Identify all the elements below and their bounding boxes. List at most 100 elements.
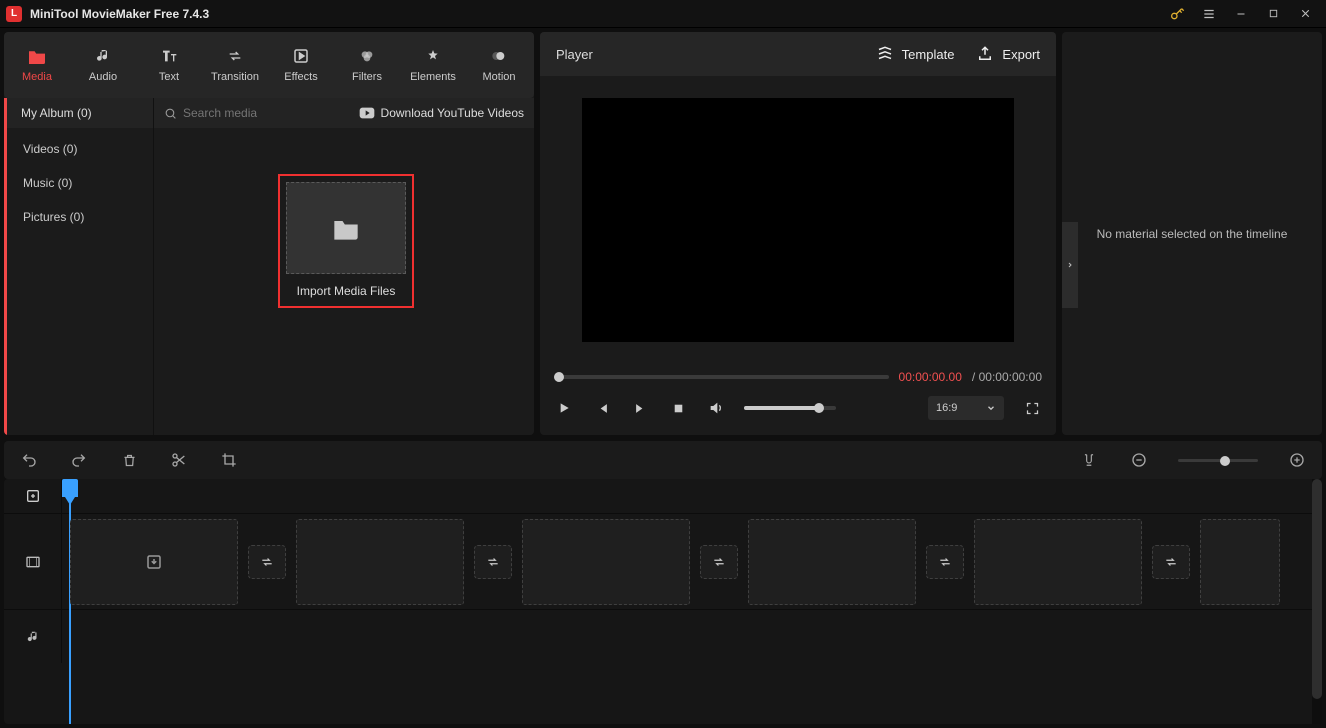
- template-icon: [876, 45, 894, 63]
- prev-frame-button[interactable]: [592, 398, 612, 418]
- timeline-vscroll[interactable]: [1312, 479, 1322, 724]
- timeline-slot[interactable]: [296, 519, 464, 605]
- playhead[interactable]: [62, 479, 78, 497]
- collapse-properties-button[interactable]: [1062, 222, 1078, 308]
- transition-slot[interactable]: [474, 545, 512, 579]
- volume-slider[interactable]: [744, 406, 836, 410]
- audio-icon: [93, 47, 113, 65]
- app-logo: L: [6, 6, 22, 22]
- transition-icon: [225, 47, 245, 65]
- timeline-slot[interactable]: [974, 519, 1142, 605]
- properties-panel: No material selected on the timeline: [1062, 32, 1322, 435]
- player-title: Player: [556, 47, 593, 62]
- sidebar-item-videos[interactable]: Videos (0): [7, 132, 153, 166]
- export-icon: [976, 45, 994, 63]
- media-icon: [27, 47, 47, 65]
- aspect-ratio-select[interactable]: 16:9: [928, 396, 1004, 420]
- media-panel: Download YouTube Videos Import Media Fil…: [154, 98, 534, 435]
- timeline-ruler[interactable]: [62, 479, 1322, 513]
- snap-button[interactable]: [1078, 449, 1100, 471]
- redo-button[interactable]: [68, 449, 90, 471]
- stop-button[interactable]: [668, 398, 688, 418]
- timeline-slot[interactable]: [70, 519, 238, 605]
- zoom-in-button[interactable]: [1286, 449, 1308, 471]
- tab-label: Media: [22, 71, 52, 83]
- text-icon: [159, 47, 179, 65]
- video-track[interactable]: [62, 514, 1322, 609]
- license-key-button[interactable]: [1162, 0, 1192, 28]
- search-media[interactable]: [164, 106, 313, 120]
- tab-effects[interactable]: Effects: [268, 32, 334, 98]
- titlebar: L MiniTool MovieMaker Free 7.4.3: [0, 0, 1326, 28]
- transition-slot[interactable]: [926, 545, 964, 579]
- app-title: MiniTool MovieMaker Free 7.4.3: [30, 7, 209, 21]
- timeline-slot[interactable]: [522, 519, 690, 605]
- folder-icon: [332, 216, 360, 240]
- media-sidebar: My Album (0) Videos (0) Music (0) Pictur…: [4, 98, 154, 435]
- tab-text[interactable]: Text: [136, 32, 202, 98]
- tab-label: Elements: [410, 71, 456, 83]
- media-area: Media Audio Text Transition: [4, 32, 534, 435]
- audio-track-icon[interactable]: [22, 626, 44, 648]
- transition-slot[interactable]: [1152, 545, 1190, 579]
- tab-transition[interactable]: Transition: [202, 32, 268, 98]
- fullscreen-button[interactable]: [1022, 398, 1042, 418]
- timeline-slot[interactable]: [1200, 519, 1280, 605]
- tab-media[interactable]: Media: [4, 32, 70, 98]
- tab-label: Motion: [482, 71, 515, 83]
- tab-label: Transition: [211, 71, 259, 83]
- import-label: Import Media Files: [280, 280, 412, 306]
- zoom-slider[interactable]: [1178, 459, 1258, 462]
- sidebar-item-music[interactable]: Music (0): [7, 166, 153, 200]
- chevron-down-icon: [986, 403, 996, 413]
- sidebar-item-pictures[interactable]: Pictures (0): [7, 200, 153, 234]
- tab-filters[interactable]: Filters: [334, 32, 400, 98]
- main-tabs: Media Audio Text Transition: [4, 32, 534, 98]
- undo-button[interactable]: [18, 449, 40, 471]
- maximize-button[interactable]: [1258, 0, 1288, 28]
- tab-audio[interactable]: Audio: [70, 32, 136, 98]
- tab-motion[interactable]: Motion: [466, 32, 532, 98]
- yt-label: Download YouTube Videos: [381, 106, 524, 120]
- transition-slot[interactable]: [700, 545, 738, 579]
- search-input[interactable]: [183, 106, 313, 120]
- seek-bar[interactable]: [554, 375, 889, 379]
- current-time: 00:00:00.00: [899, 370, 962, 384]
- youtube-icon: [359, 107, 375, 119]
- timeline-toolbar: [4, 441, 1322, 479]
- import-media-button[interactable]: Import Media Files: [278, 174, 414, 308]
- volume-button[interactable]: [706, 398, 726, 418]
- audio-track[interactable]: [62, 610, 1322, 663]
- search-icon: [164, 107, 177, 120]
- elements-icon: [423, 47, 443, 65]
- player-preview[interactable]: [582, 98, 1014, 342]
- timeline-slot[interactable]: [748, 519, 916, 605]
- add-track-button[interactable]: [22, 485, 44, 507]
- export-button[interactable]: Export: [976, 45, 1040, 63]
- minimize-button[interactable]: [1226, 0, 1256, 28]
- properties-placeholder: No material selected on the timeline: [1083, 227, 1302, 241]
- sidebar-item-myalbum[interactable]: My Album (0): [7, 98, 153, 128]
- transition-slot[interactable]: [248, 545, 286, 579]
- effects-icon: [291, 47, 311, 65]
- split-button[interactable]: [168, 449, 190, 471]
- tab-label: Filters: [352, 71, 382, 83]
- tab-label: Effects: [284, 71, 317, 83]
- video-track-icon[interactable]: [22, 551, 44, 573]
- tab-label: Audio: [89, 71, 117, 83]
- tab-elements[interactable]: Elements: [400, 32, 466, 98]
- zoom-out-button[interactable]: [1128, 449, 1150, 471]
- duration: / 00:00:00:00: [972, 370, 1042, 384]
- delete-button[interactable]: [118, 449, 140, 471]
- template-button[interactable]: Template: [876, 45, 955, 63]
- download-youtube-button[interactable]: Download YouTube Videos: [359, 106, 524, 120]
- play-button[interactable]: [554, 398, 574, 418]
- crop-button[interactable]: [218, 449, 240, 471]
- timeline: [4, 479, 1322, 724]
- close-button[interactable]: [1290, 0, 1320, 28]
- filters-icon: [357, 47, 377, 65]
- menu-button[interactable]: [1194, 0, 1224, 28]
- player-area: Player Template Export: [540, 32, 1056, 435]
- tab-label: Text: [159, 71, 179, 83]
- next-frame-button[interactable]: [630, 398, 650, 418]
